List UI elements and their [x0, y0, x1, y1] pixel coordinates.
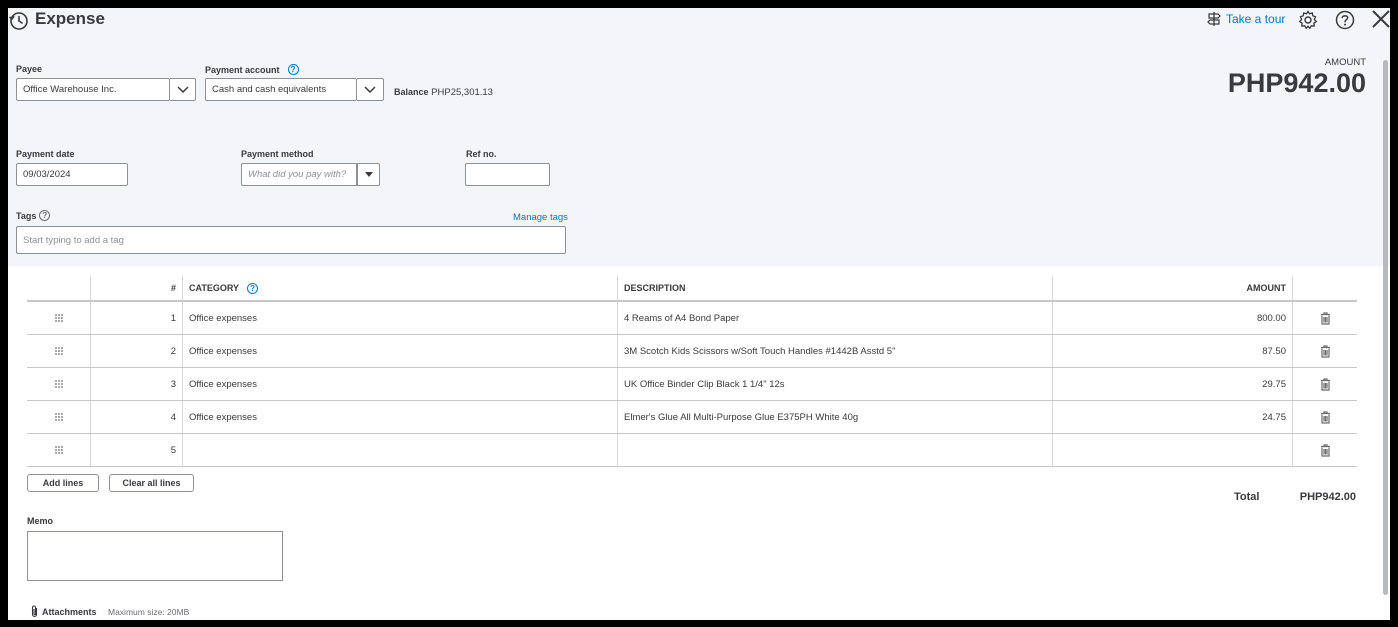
payment-account-label-group: Payment account ?: [205, 64, 299, 75]
amount-cell[interactable]: 87.50: [1053, 335, 1293, 367]
payment-method-label: Payment method: [241, 149, 314, 159]
table-row[interactable]: 1 Office expenses 4 Reams of A4 Bond Pap…: [27, 302, 1357, 335]
ref-no-label: Ref no.: [466, 149, 497, 159]
category-cell[interactable]: Office expenses: [183, 401, 618, 433]
table-row[interactable]: 3 Office expenses UK Office Binder Clip …: [27, 368, 1357, 401]
amount-column-header: AMOUNT: [1053, 276, 1293, 300]
payment-account-label: Payment account: [205, 64, 280, 75]
payment-account-select[interactable]: Cash and cash equivalents: [205, 78, 357, 101]
attachments-max-size: Maximum size: 20MB: [108, 607, 190, 617]
scrollbar[interactable]: [1383, 60, 1388, 595]
drag-handle-icon[interactable]: [27, 302, 91, 334]
amount-label: AMOUNT: [1324, 57, 1366, 68]
memo-label: Memo: [27, 516, 54, 526]
attachments-button[interactable]: Attachments: [30, 605, 97, 618]
payment-date-input[interactable]: 09/03/2024: [16, 163, 128, 186]
amount-cell[interactable]: [1053, 434, 1293, 466]
gear-icon[interactable]: [1297, 9, 1319, 31]
close-icon[interactable]: [1370, 8, 1390, 30]
paperclip-icon: [31, 605, 38, 618]
total-label: Total: [1234, 491, 1260, 503]
num-column-header: #: [91, 276, 183, 300]
trash-icon[interactable]: [1293, 368, 1357, 400]
balance-value: PHP25,301.13: [431, 87, 493, 98]
drag-handle-icon[interactable]: [27, 368, 91, 400]
amount-total: PHP942.00: [1227, 68, 1366, 98]
take-a-tour-link[interactable]: Take a tour: [1206, 11, 1285, 27]
description-cell[interactable]: 3M Scotch Kids Scissors w/Soft Touch Han…: [618, 335, 1053, 367]
memo-textarea[interactable]: [27, 531, 283, 581]
payee-select[interactable]: Office Warehouse Inc.: [16, 78, 170, 101]
help-icon[interactable]: [1334, 9, 1356, 31]
balance-label: Balance: [394, 87, 429, 97]
table-header-row: # CATEGORY ? DESCRIPTION AMOUNT: [27, 276, 1357, 302]
history-icon[interactable]: [8, 10, 30, 32]
description-cell[interactable]: [618, 434, 1053, 466]
chevron-down-icon: [364, 85, 376, 93]
manage-tags-link[interactable]: Manage tags: [513, 212, 568, 223]
amount-cell[interactable]: 29.75: [1053, 368, 1293, 400]
drag-handle-icon[interactable]: [27, 401, 91, 433]
chevron-down-icon: [176, 85, 189, 93]
caret-down-icon: [364, 171, 373, 177]
take-a-tour-label: Take a tour: [1226, 12, 1286, 26]
category-cell[interactable]: Office expenses: [183, 368, 618, 400]
description-cell[interactable]: 4 Reams of A4 Bond Paper: [618, 302, 1053, 334]
trash-icon[interactable]: [1293, 335, 1357, 367]
tags-label-group: Tags ?: [16, 210, 51, 221]
line-number: 3: [91, 368, 183, 400]
tags-input[interactable]: Start typing to add a tag: [16, 226, 566, 254]
delete-column-header: [1293, 276, 1357, 300]
category-cell[interactable]: [183, 434, 618, 466]
ref-no-input[interactable]: [465, 163, 550, 186]
category-cell[interactable]: Office expenses: [183, 335, 618, 367]
payment-method-dropdown-button[interactable]: [357, 163, 380, 186]
expense-window: Expense Take a tour Payee Office Warehou…: [8, 8, 1390, 620]
table-row[interactable]: 2 Office expenses 3M Scotch Kids Scissor…: [27, 335, 1357, 368]
question-circle-icon[interactable]: ?: [287, 64, 299, 75]
payment-date-label: Payment date: [16, 149, 75, 159]
payee-dropdown-button[interactable]: [170, 78, 196, 101]
description-cell[interactable]: Elmer's Glue All Multi-Purpose Glue E375…: [618, 401, 1053, 433]
question-circle-icon[interactable]: ?: [247, 282, 259, 294]
tags-label: Tags: [16, 210, 37, 221]
category-column-header: CATEGORY ?: [183, 276, 618, 300]
payment-method-select[interactable]: What did you pay with?: [241, 163, 357, 186]
trash-icon[interactable]: [1293, 401, 1357, 433]
category-cell[interactable]: Office expenses: [183, 302, 618, 334]
line-number: 4: [91, 401, 183, 433]
balance-group: Balance PHP25,301.13: [394, 87, 493, 98]
drag-column-header: [27, 276, 91, 300]
page-title: Expense: [35, 9, 105, 28]
description-cell[interactable]: UK Office Binder Clip Black 1 1/4" 12s: [618, 368, 1053, 400]
payee-label: Payee: [16, 64, 43, 74]
question-circle-icon[interactable]: ?: [39, 210, 51, 221]
add-lines-button[interactable]: Add lines: [27, 474, 99, 492]
table-row[interactable]: 4 Office expenses Elmer's Glue All Multi…: [27, 401, 1357, 434]
table-row[interactable]: 5: [27, 434, 1357, 467]
description-column-header: DESCRIPTION: [618, 276, 1053, 300]
amount-cell[interactable]: 24.75: [1053, 401, 1293, 433]
drag-handle-icon[interactable]: [27, 335, 91, 367]
line-number: 5: [91, 434, 183, 466]
line-number: 2: [91, 335, 183, 367]
signpost-icon: [1207, 12, 1221, 26]
trash-icon[interactable]: [1293, 434, 1357, 466]
amount-cell[interactable]: 800.00: [1053, 302, 1293, 334]
total-value: PHP942.00: [1299, 491, 1356, 503]
attachments-label: Attachments: [42, 606, 97, 617]
payment-account-dropdown-button[interactable]: [357, 78, 384, 101]
trash-icon[interactable]: [1293, 302, 1357, 334]
drag-handle-icon[interactable]: [27, 434, 91, 466]
category-header-label: CATEGORY: [189, 283, 240, 293]
line-number: 1: [91, 302, 183, 334]
clear-all-lines-button[interactable]: Clear all lines: [109, 474, 194, 492]
